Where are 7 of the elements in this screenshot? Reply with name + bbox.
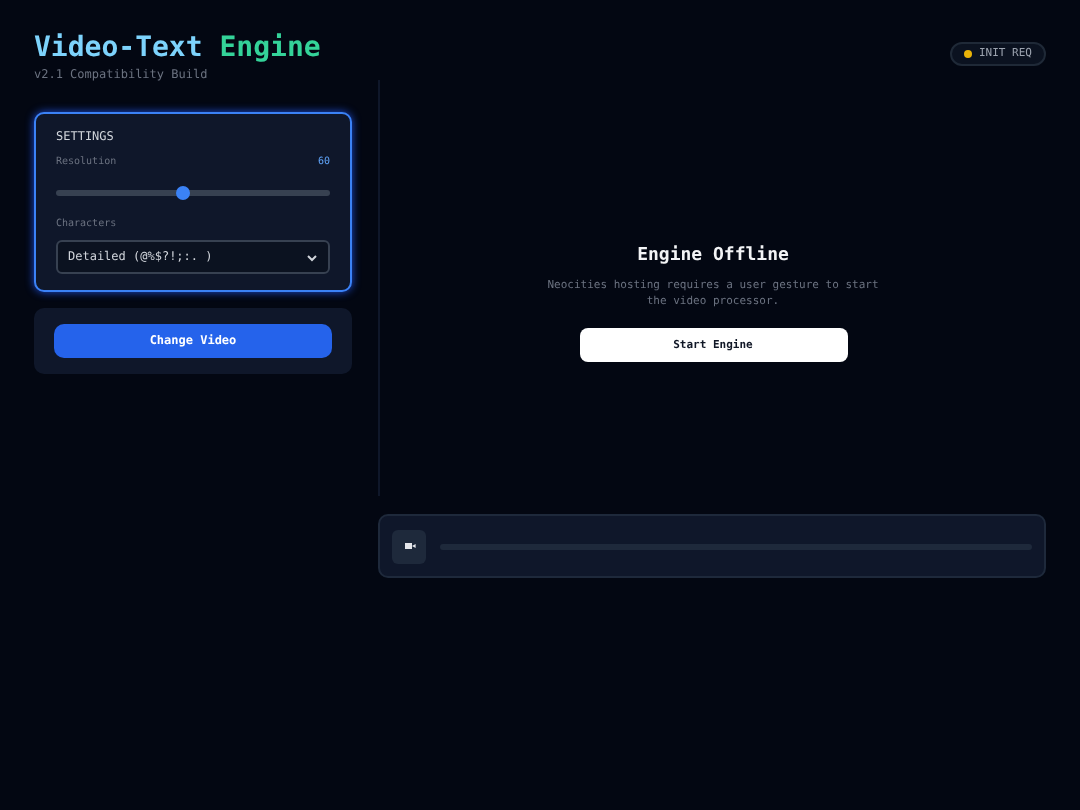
chevron-down-icon — [306, 253, 318, 261]
camera-button[interactable] — [392, 529, 426, 563]
resolution-slider[interactable] — [56, 190, 330, 196]
slider-thumb[interactable] — [175, 186, 190, 200]
camera-icon — [403, 540, 415, 552]
app-title: Video-Text Engine — [34, 32, 321, 66]
display-title: Engine Offline — [637, 246, 789, 266]
